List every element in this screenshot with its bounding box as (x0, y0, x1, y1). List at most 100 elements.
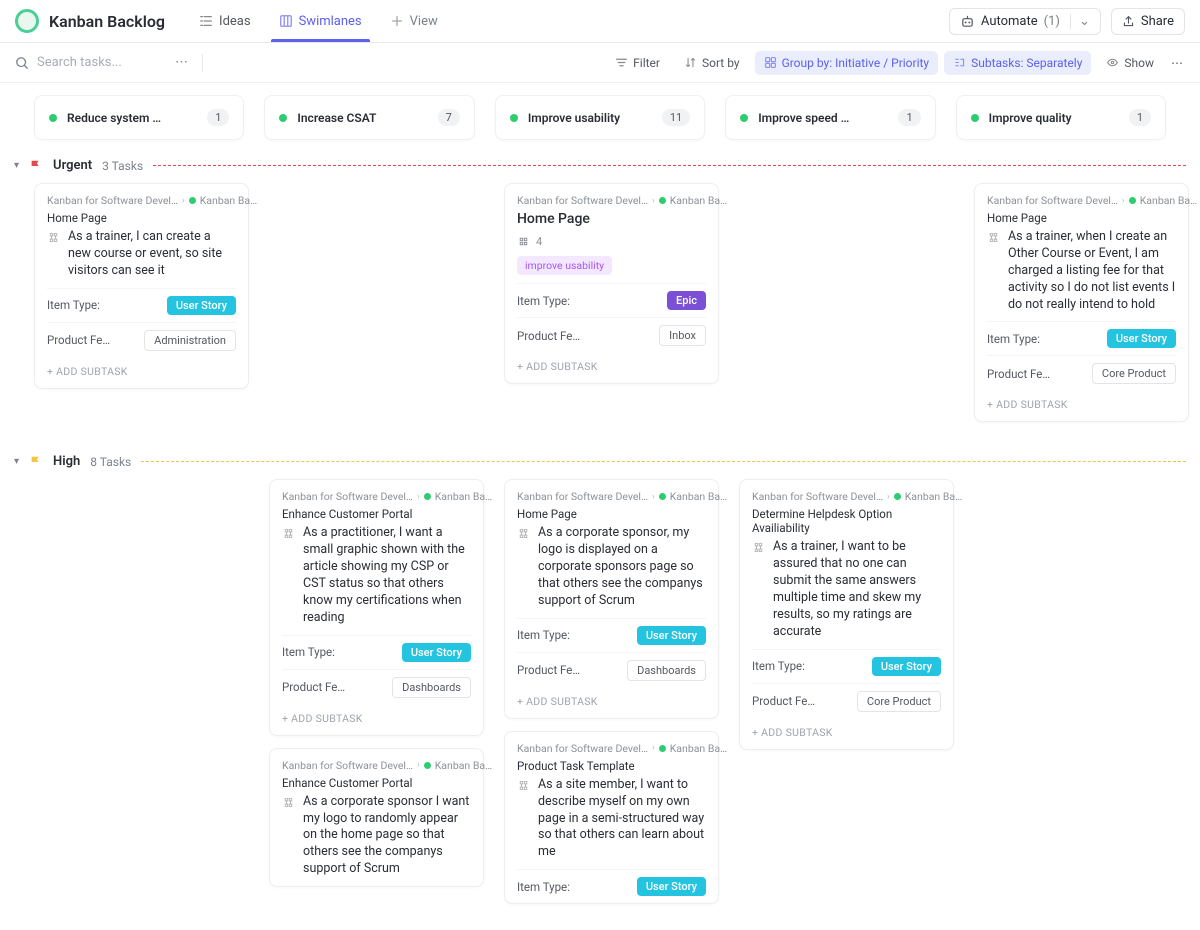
add-subtask-button[interactable]: + ADD SUBTASK (752, 719, 941, 749)
sort-label: Sort by (702, 56, 740, 70)
tab-ideas[interactable]: Ideas (185, 0, 265, 42)
breadcrumb: Kanban for Software Devel…› Kanban Ba… (282, 759, 471, 772)
share-label: Share (1141, 14, 1174, 29)
status-dot-icon (1129, 197, 1136, 204)
task-card[interactable]: Kanban for Software Devel…› Kanban Ba…Ho… (504, 183, 719, 384)
add-subtask-button[interactable]: + ADD SUBTASK (517, 353, 706, 383)
chevron-down-icon[interactable]: ▾ (14, 456, 19, 467)
column-header[interactable]: Increase CSAT 7 (264, 95, 474, 140)
card-subtitle: Enhance Customer Portal (282, 776, 471, 790)
board-title: Kanban Backlog (49, 12, 165, 31)
card-description: As a corporate sponsor, my logo is displ… (538, 525, 706, 609)
add-subtask-button[interactable]: + ADD SUBTASK (987, 391, 1176, 421)
feature-value[interactable]: Core Product (857, 691, 941, 712)
group-button[interactable]: Group by: Initiative / Priority (755, 51, 939, 75)
card-description: As a practitioner, I want a small graphi… (303, 525, 471, 626)
lane-name: High (53, 454, 80, 469)
task-card[interactable]: Kanban for Software Devel…› Kanban Ba…Ho… (974, 183, 1189, 422)
feature-value[interactable]: Inbox (659, 325, 706, 346)
lane-cards: Kanban for Software Devel…› Kanban Ba…Ho… (0, 179, 1200, 448)
board-icon (279, 14, 293, 28)
column-headers: Reduce system … 1 Increase CSAT 7 Improv… (0, 83, 1200, 152)
feature-value[interactable]: Dashboards (627, 660, 706, 681)
feature-value[interactable]: Dashboards (392, 677, 471, 698)
toolbar-right: Filter Sort by Group by: Initiative / Pr… (606, 51, 1185, 75)
lane-cards: Kanban for Software Devel…› Kanban Ba… En… (0, 475, 1200, 930)
column-slot (269, 183, 484, 184)
tab-swimlanes[interactable]: Swimlanes (265, 0, 376, 42)
status-dot (279, 114, 287, 122)
group-label: Group by: Initiative / Priority (782, 56, 930, 70)
swimlane-header[interactable]: ▾ Urgent 3 Tasks (0, 152, 1200, 179)
field-product-feature: Product Fe… Core Product (987, 355, 1176, 391)
column-slot: Kanban for Software Devel…› Kanban Ba…Ho… (504, 183, 719, 396)
field-product-feature: Product Fe… Core Product (752, 683, 941, 719)
divider (202, 54, 203, 72)
task-card[interactable]: Kanban for Software Devel…› Kanban Ba…De… (739, 479, 954, 749)
subtask-icon (517, 527, 530, 540)
subtask-icon (517, 779, 530, 792)
filter-button[interactable]: Filter (606, 51, 669, 75)
more-button[interactable]: ⋯ (1169, 51, 1185, 75)
item-type-badge[interactable]: User Story (872, 657, 941, 676)
item-type-badge[interactable]: User Story (402, 643, 471, 662)
column-slot (739, 183, 954, 184)
task-card[interactable]: Kanban for Software Devel…› Kanban Ba…Ho… (504, 479, 719, 718)
feature-value[interactable]: Administration (144, 330, 236, 351)
status-dot (971, 114, 979, 122)
chevron-down-icon[interactable]: ▾ (14, 160, 19, 171)
chevron-down-icon: ⌄ (1070, 14, 1090, 29)
column-count: 11 (662, 109, 690, 126)
tab-add-view[interactable]: View (376, 0, 452, 42)
field-item-type: Item Type: User Story (752, 649, 941, 683)
add-subtask-button[interactable]: + ADD SUBTASK (282, 705, 471, 735)
field-product-feature: Product Fe… Inbox (517, 317, 706, 353)
breadcrumb: Kanban for Software Devel…› Kanban Ba… (517, 490, 706, 503)
tag[interactable]: improve usability (517, 256, 612, 275)
card-subtitle: Enhance Customer Portal (282, 507, 471, 521)
lane-count: 3 Tasks (102, 159, 143, 173)
task-card[interactable]: Kanban for Software Devel…› Kanban Ba…Pr… (504, 731, 719, 904)
field-item-type: Item Type: User Story (47, 288, 236, 322)
task-card[interactable]: Kanban for Software Devel…› Kanban Ba… En… (269, 479, 484, 735)
search-input[interactable]: Search tasks... (15, 55, 165, 70)
column-header[interactable]: Improve usability 11 (495, 95, 705, 140)
more-icon[interactable]: ⋯ (175, 55, 188, 70)
field-item-type: Item Type: User Story (282, 635, 471, 669)
item-type-badge[interactable]: User Story (637, 877, 706, 896)
item-type-badge[interactable]: User Story (637, 626, 706, 645)
breadcrumb: Kanban for Software Devel…› Kanban Ba… (282, 490, 471, 503)
item-type-badge[interactable]: Epic (667, 291, 706, 310)
share-button[interactable]: Share (1111, 8, 1185, 35)
tab-label: Swimlanes (299, 14, 362, 29)
item-type-badge[interactable]: User Story (167, 296, 236, 315)
breadcrumb: Kanban for Software Devel…› Kanban Ba… (47, 194, 236, 207)
column-header[interactable]: Reduce system … 1 (34, 95, 244, 140)
automate-button[interactable]: Automate (1) ⌄ (949, 8, 1101, 35)
add-subtask-button[interactable]: + ADD SUBTASK (47, 358, 236, 388)
column-header[interactable]: Improve speed … 1 (725, 95, 935, 140)
task-card[interactable]: Kanban for Software Devel…› Kanban Ba…Ho… (34, 183, 249, 389)
show-button[interactable]: Show (1097, 51, 1163, 75)
tab-label: Ideas (219, 14, 251, 29)
swimlane-header[interactable]: ▾ High 8 Tasks (0, 448, 1200, 475)
sort-button[interactable]: Sort by (675, 51, 749, 75)
column-slot: Kanban for Software Devel…› Kanban Ba…Ho… (504, 479, 719, 916)
item-type-badge[interactable]: User Story (1107, 329, 1176, 348)
status-dot-icon (659, 493, 666, 500)
status-dot-icon (659, 745, 666, 752)
subtasks-button[interactable]: Subtasks: Separately (944, 51, 1091, 75)
lane-divider (141, 461, 1186, 462)
card-subtitle: Determine Helpdesk Option Availiability (752, 507, 941, 535)
column-title: Improve usability (528, 111, 652, 125)
lane-name: Urgent (53, 158, 92, 173)
column-header[interactable]: Improve quality 1 (956, 95, 1166, 140)
task-card[interactable]: Kanban for Software Devel…› Kanban Ba… En… (269, 748, 484, 887)
search-icon (15, 56, 29, 70)
column-slot (34, 479, 249, 480)
feature-value[interactable]: Core Product (1092, 363, 1176, 384)
automate-label: Automate (981, 14, 1038, 29)
lane-count: 8 Tasks (90, 455, 131, 469)
add-subtask-button[interactable]: + ADD SUBTASK (517, 688, 706, 718)
tab-label: View (410, 14, 438, 29)
